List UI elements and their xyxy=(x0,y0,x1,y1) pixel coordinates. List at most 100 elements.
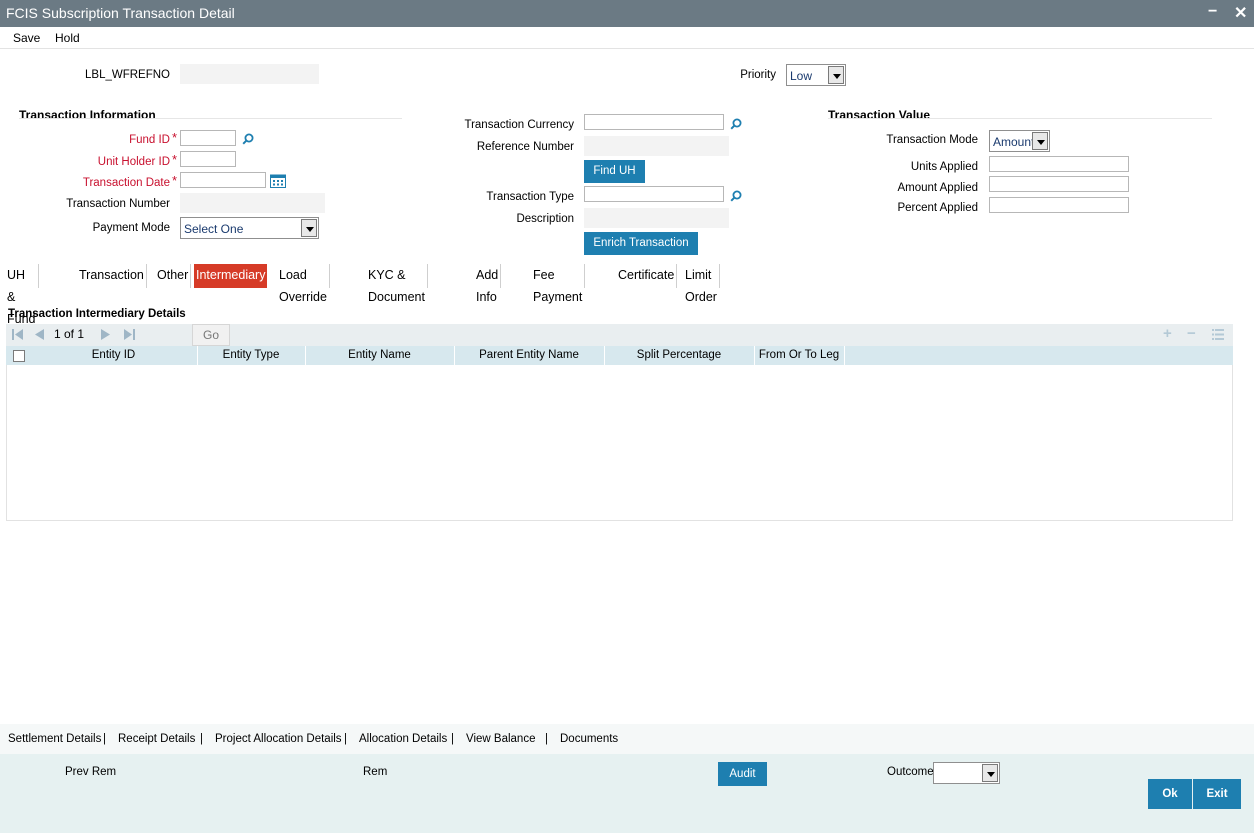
link-separator: | xyxy=(545,733,548,745)
tab-transaction[interactable]: Transaction xyxy=(77,264,147,288)
priority-value: Low xyxy=(790,69,813,83)
unit-holder-id-label: Unit Holder ID xyxy=(97,156,170,168)
search-icon[interactable] xyxy=(730,118,742,130)
payment-mode-value: Select One xyxy=(184,222,244,236)
add-row-icon[interactable]: + xyxy=(1163,325,1172,342)
tab-uh-fund[interactable]: UH & Fund xyxy=(5,264,39,326)
bottom-links-bar: Settlement Details | Receipt Details | P… xyxy=(0,724,1254,754)
previous-page-icon[interactable] xyxy=(35,329,44,340)
required-mark: * xyxy=(172,152,178,167)
delete-row-icon[interactable]: − xyxy=(1187,325,1196,342)
audit-button[interactable]: Audit xyxy=(718,762,767,786)
window-title: FCIS Subscription Transaction Detail xyxy=(6,5,235,21)
transaction-currency-input[interactable] xyxy=(584,114,724,130)
tab-limit-order[interactable]: Limit Order xyxy=(683,264,720,304)
percent-applied-input[interactable] xyxy=(989,197,1129,213)
transaction-mode-select[interactable]: Amount xyxy=(989,130,1050,152)
exit-button[interactable]: Exit xyxy=(1193,779,1241,809)
units-applied-input[interactable] xyxy=(989,156,1129,172)
search-icon[interactable] xyxy=(730,190,742,202)
tab-certificate[interactable]: Certificate xyxy=(616,264,678,288)
next-page-icon[interactable] xyxy=(101,329,110,340)
select-all-checkbox[interactable] xyxy=(13,350,25,362)
column-entity-id[interactable]: Entity ID xyxy=(30,349,197,361)
priority-label: Priority xyxy=(740,69,776,81)
required-mark: * xyxy=(172,130,178,145)
transaction-type-label: Transaction Type xyxy=(486,191,574,203)
column-entity-type[interactable]: Entity Type xyxy=(197,349,305,361)
chevron-down-icon[interactable] xyxy=(982,764,998,782)
required-mark: * xyxy=(172,173,178,188)
transaction-type-input[interactable] xyxy=(584,186,724,202)
window-title-bar: FCIS Subscription Transaction Detail − ✕ xyxy=(0,0,1254,27)
grid-body xyxy=(6,365,1233,521)
link-allocation-details[interactable]: Allocation Details xyxy=(359,733,447,745)
amount-applied-label: Amount Applied xyxy=(897,182,978,194)
reference-number-field xyxy=(584,136,729,156)
ok-button[interactable]: Ok xyxy=(1148,779,1192,809)
go-button[interactable]: Go xyxy=(192,324,230,346)
priority-select[interactable]: Low xyxy=(786,64,846,86)
list-view-icon[interactable] xyxy=(1212,329,1224,340)
link-receipt-details[interactable]: Receipt Details xyxy=(118,733,195,745)
enrich-transaction-button[interactable]: Enrich Transaction xyxy=(584,232,698,255)
close-icon[interactable]: ✕ xyxy=(1234,3,1247,23)
transaction-currency-label: Transaction Currency xyxy=(464,119,574,131)
footer-panel: Prev Rem Rem Audit Outcome Ok Exit xyxy=(0,754,1254,833)
column-entity-name[interactable]: Entity Name xyxy=(305,349,454,361)
transaction-mode-value: Amount xyxy=(993,135,1035,149)
amount-applied-input[interactable] xyxy=(989,176,1129,192)
fund-id-input[interactable] xyxy=(180,130,236,146)
chevron-down-icon[interactable] xyxy=(828,66,844,84)
link-separator: | xyxy=(103,733,106,745)
find-uh-button[interactable]: Find UH xyxy=(584,160,645,183)
column-parent-entity-name[interactable]: Parent Entity Name xyxy=(454,349,604,361)
link-project-allocation-details[interactable]: Project Allocation Details xyxy=(215,733,342,745)
tab-intermediary[interactable]: Intermediary xyxy=(194,264,268,288)
transaction-value-title: Transaction Value xyxy=(828,108,931,122)
prev-rem-label: Prev Rem xyxy=(65,766,117,778)
chevron-down-icon[interactable] xyxy=(301,219,317,237)
transaction-number-label: Transaction Number xyxy=(66,198,170,210)
tab-fee-payment[interactable]: Fee Payment xyxy=(531,264,586,304)
transaction-date-label: Transaction Date xyxy=(82,177,170,189)
first-page-icon[interactable] xyxy=(12,329,23,340)
grid-header-row: Entity ID Entity Type Entity Name Parent… xyxy=(6,346,1233,365)
link-settlement-details[interactable]: Settlement Details xyxy=(8,733,101,745)
link-separator: | xyxy=(200,733,203,745)
transaction-date-input[interactable] xyxy=(180,172,266,188)
fund-id-label: Fund ID xyxy=(129,134,170,146)
link-separator: | xyxy=(451,733,454,745)
link-view-balance[interactable]: View Balance xyxy=(466,733,535,745)
save-button[interactable]: Save xyxy=(13,31,40,45)
tab-add-info[interactable]: Add Info xyxy=(474,264,502,304)
percent-applied-label: Percent Applied xyxy=(897,202,978,214)
hold-button[interactable]: Hold xyxy=(55,31,80,45)
chevron-down-icon[interactable] xyxy=(1032,132,1048,150)
column-split-percentage[interactable]: Split Percentage xyxy=(604,349,754,361)
page-info: 1 of 1 xyxy=(54,327,85,341)
toolbar: Save Hold xyxy=(0,27,1254,49)
link-separator: | xyxy=(344,733,347,745)
column-from-or-to-leg[interactable]: From Or To Leg xyxy=(754,349,844,361)
tab-kyc-document[interactable]: KYC & Document xyxy=(366,264,428,304)
rem-label: Rem xyxy=(363,766,388,778)
tab-load-override[interactable]: Load Override xyxy=(277,264,330,304)
outcome-select[interactable] xyxy=(933,762,1000,784)
payment-mode-label: Payment Mode xyxy=(92,222,170,234)
grid-pagination-bar: 1 of 1 Go + − xyxy=(6,324,1233,346)
last-page-icon[interactable] xyxy=(124,329,135,340)
minimize-icon[interactable]: − xyxy=(1208,3,1217,21)
units-applied-label: Units Applied xyxy=(910,161,978,173)
wfrefno-label: LBL_WFREFNO xyxy=(85,69,170,81)
calendar-icon[interactable] xyxy=(270,174,286,188)
unit-holder-id-input[interactable] xyxy=(180,151,236,167)
tab-other[interactable]: Other xyxy=(155,264,192,288)
search-icon[interactable] xyxy=(242,133,254,145)
section-divider xyxy=(19,118,402,119)
transaction-information-title: Transaction Information xyxy=(19,108,156,122)
reference-number-label: Reference Number xyxy=(476,141,574,153)
link-documents[interactable]: Documents xyxy=(560,733,618,745)
description-label: Description xyxy=(516,213,574,225)
payment-mode-select[interactable]: Select One xyxy=(180,217,319,239)
